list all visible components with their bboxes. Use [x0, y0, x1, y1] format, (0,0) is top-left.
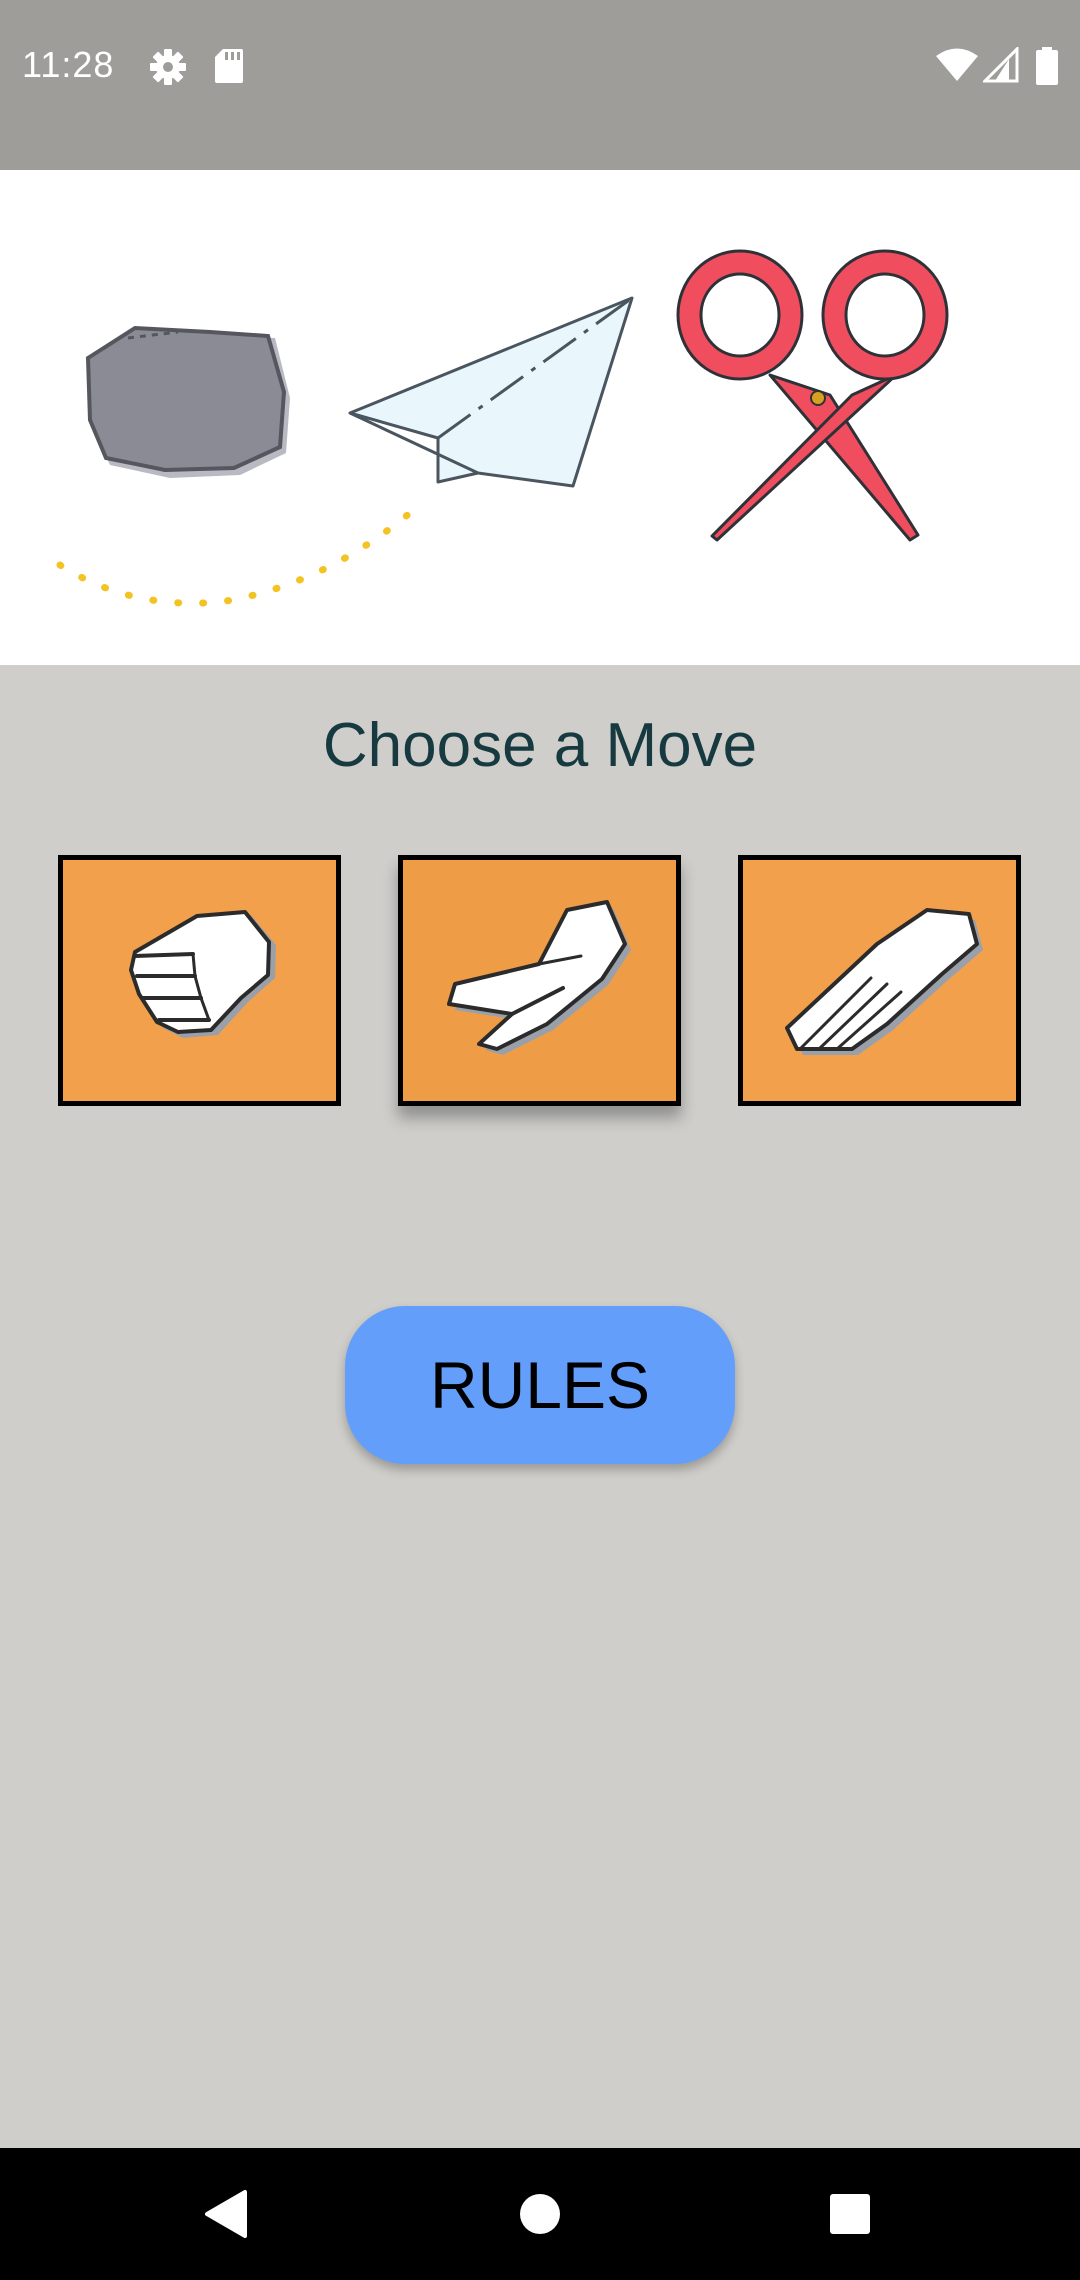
scissors-move-button[interactable] [398, 855, 681, 1106]
cellular-signal-icon [981, 45, 1019, 88]
rules-button[interactable]: RULES [345, 1306, 735, 1464]
rock-icon [85, 325, 290, 478]
open-hand-icon [785, 908, 983, 1055]
status-time: 11:28 [22, 44, 115, 85]
fist-hand-icon [129, 910, 276, 1038]
paper-move-button[interactable] [738, 855, 1021, 1106]
home-button[interactable] [480, 2148, 600, 2280]
rock-paper-scissors-illustration [56, 249, 949, 607]
recents-square-icon [830, 2194, 870, 2234]
rock-move-button[interactable] [58, 855, 341, 1106]
scissors-icon [676, 249, 949, 542]
wifi-icon [935, 47, 979, 88]
sd-card-icon [214, 47, 244, 90]
gear-icon [148, 47, 188, 92]
peace-hand-icon [447, 900, 631, 1055]
back-triangle-icon [205, 2190, 247, 2238]
navigation-bar [0, 2148, 1080, 2280]
hero-illustration [0, 170, 1080, 665]
home-circle-icon [520, 2194, 560, 2234]
recents-button[interactable] [790, 2148, 910, 2280]
paper-plane-icon [348, 296, 634, 488]
dotted-trail [56, 496, 429, 607]
back-button[interactable] [165, 2148, 285, 2280]
page-title: Choose a Move [322, 711, 758, 780]
status-bar: 11:28 [0, 0, 1080, 170]
battery-icon [1035, 47, 1059, 90]
